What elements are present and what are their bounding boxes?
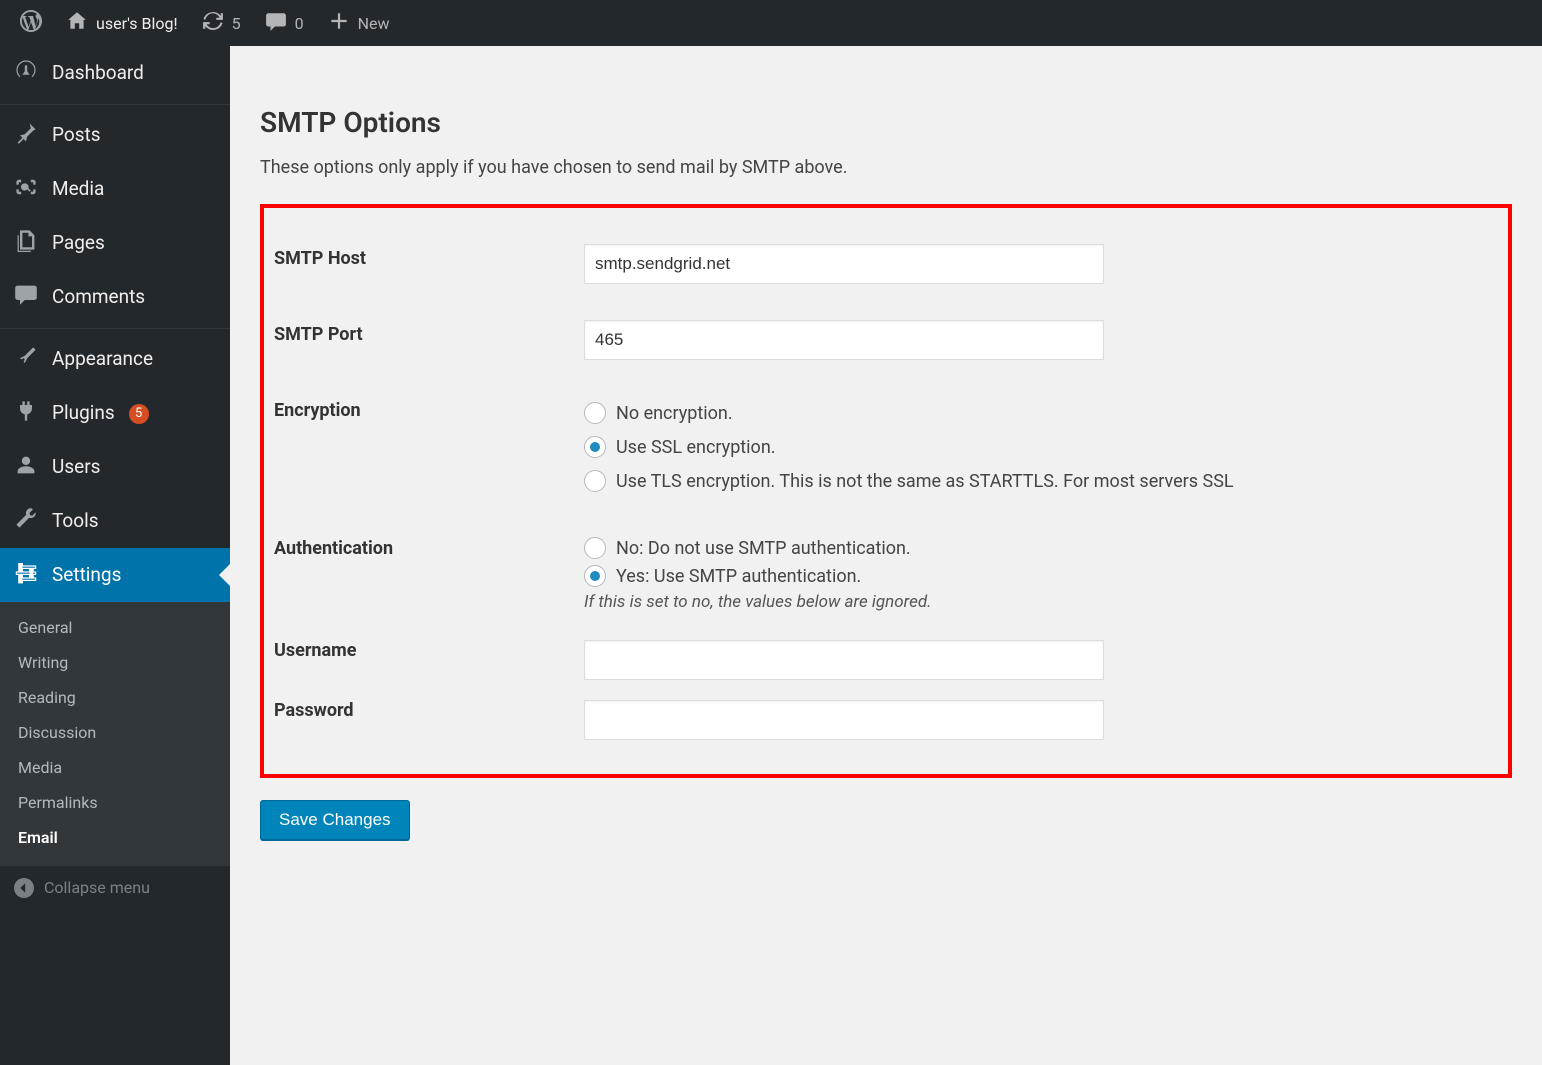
sidebar-item-label: Dashboard <box>52 62 144 85</box>
username-input[interactable] <box>584 640 1104 680</box>
submenu-item-email[interactable]: Email <box>0 820 230 855</box>
tools-icon <box>14 506 38 536</box>
sidebar-item-comments[interactable]: Comments <box>0 270 230 329</box>
plugin-icon <box>14 399 38 429</box>
smtp-options-box: SMTP Host SMTP Port Encryption <box>260 204 1512 778</box>
smtp-host-label: SMTP Host <box>274 226 584 302</box>
auth-no-label: No: Do not use SMTP authentication. <box>616 538 911 559</box>
submenu-item-media[interactable]: Media <box>0 750 230 785</box>
plugins-update-badge: 5 <box>129 404 149 424</box>
wordpress-icon <box>20 10 42 36</box>
sidebar-item-users[interactable]: Users <box>0 441 230 495</box>
comments-count: 0 <box>295 14 304 33</box>
password-input[interactable] <box>584 700 1104 740</box>
smtp-port-input[interactable] <box>584 320 1104 360</box>
collapse-menu[interactable]: Collapse menu <box>0 865 230 910</box>
site-title: user's Blog! <box>96 14 178 33</box>
submenu-item-general[interactable]: General <box>0 610 230 645</box>
submenu-item-writing[interactable]: Writing <box>0 645 230 680</box>
comment-icon <box>265 10 287 36</box>
submenu-item-reading[interactable]: Reading <box>0 680 230 715</box>
sidebar-item-label: Pages <box>52 232 105 255</box>
collapse-label: Collapse menu <box>44 878 150 897</box>
wp-logo-menu[interactable] <box>8 0 54 46</box>
admin-sidebar: Dashboard Posts Media Pages Comments <box>0 46 230 1065</box>
username-label: Username <box>274 630 584 690</box>
encryption-tls-radio[interactable] <box>584 470 606 492</box>
submenu-item-permalinks[interactable]: Permalinks <box>0 785 230 820</box>
settings-icon <box>14 560 38 590</box>
sidebar-item-plugins[interactable]: Plugins 5 <box>0 387 230 441</box>
sidebar-item-label: Users <box>52 456 100 479</box>
plus-icon <box>328 10 350 36</box>
site-name-menu[interactable]: user's Blog! <box>54 0 190 46</box>
media-icon <box>14 175 38 205</box>
encryption-none-radio[interactable] <box>584 402 606 424</box>
sidebar-item-label: Tools <box>52 510 99 533</box>
section-description: These options only apply if you have cho… <box>260 157 1512 178</box>
admin-bar: user's Blog! 5 0 New <box>0 0 1542 46</box>
sidebar-item-appearance[interactable]: Appearance <box>0 333 230 387</box>
comments-icon <box>14 282 38 312</box>
sidebar-item-settings[interactable]: Settings <box>0 548 230 602</box>
smtp-host-input[interactable] <box>584 244 1104 284</box>
sidebar-item-label: Posts <box>52 124 101 147</box>
updates-count: 5 <box>232 14 241 33</box>
appearance-icon <box>14 345 38 375</box>
auth-yes-radio[interactable] <box>584 565 606 587</box>
comments-menu[interactable]: 0 <box>253 0 316 46</box>
settings-submenu: General Writing Reading Discussion Media… <box>0 602 230 865</box>
encryption-ssl-label: Use SSL encryption. <box>616 437 776 458</box>
sidebar-item-label: Media <box>52 178 104 201</box>
home-icon <box>66 10 88 36</box>
sidebar-item-label: Settings <box>52 564 121 587</box>
update-icon <box>202 10 224 36</box>
sidebar-item-dashboard[interactable]: Dashboard <box>0 46 230 105</box>
sidebar-item-pages[interactable]: Pages <box>0 216 230 270</box>
encryption-label: Encryption <box>274 378 584 516</box>
dashboard-icon <box>14 58 38 88</box>
password-label: Password <box>274 690 584 750</box>
submenu-item-discussion[interactable]: Discussion <box>0 715 230 750</box>
auth-yes-label: Yes: Use SMTP authentication. <box>616 566 861 587</box>
smtp-port-label: SMTP Port <box>274 302 584 378</box>
sidebar-item-tools[interactable]: Tools <box>0 494 230 548</box>
pin-icon <box>14 121 38 151</box>
sidebar-item-label: Appearance <box>52 348 153 371</box>
sidebar-item-label: Comments <box>52 286 145 309</box>
authentication-label: Authentication <box>274 516 584 630</box>
content-area: SMTP Options These options only apply if… <box>230 46 1542 1065</box>
collapse-icon <box>14 878 34 898</box>
sidebar-item-posts[interactable]: Posts <box>0 109 230 163</box>
users-icon <box>14 453 38 483</box>
new-content-menu[interactable]: New <box>316 0 402 46</box>
sidebar-item-label: Plugins <box>52 402 115 425</box>
section-title: SMTP Options <box>260 106 1512 139</box>
auth-no-radio[interactable] <box>584 537 606 559</box>
save-changes-button[interactable]: Save Changes <box>260 800 410 840</box>
updates-menu[interactable]: 5 <box>190 0 253 46</box>
encryption-none-label: No encryption. <box>616 403 733 424</box>
new-label: New <box>358 14 390 33</box>
encryption-ssl-radio[interactable] <box>584 436 606 458</box>
encryption-tls-label: Use TLS encryption. This is not the same… <box>616 471 1234 492</box>
sidebar-item-media[interactable]: Media <box>0 163 230 217</box>
pages-icon <box>14 228 38 258</box>
auth-hint: If this is set to no, the values below a… <box>584 590 1488 612</box>
